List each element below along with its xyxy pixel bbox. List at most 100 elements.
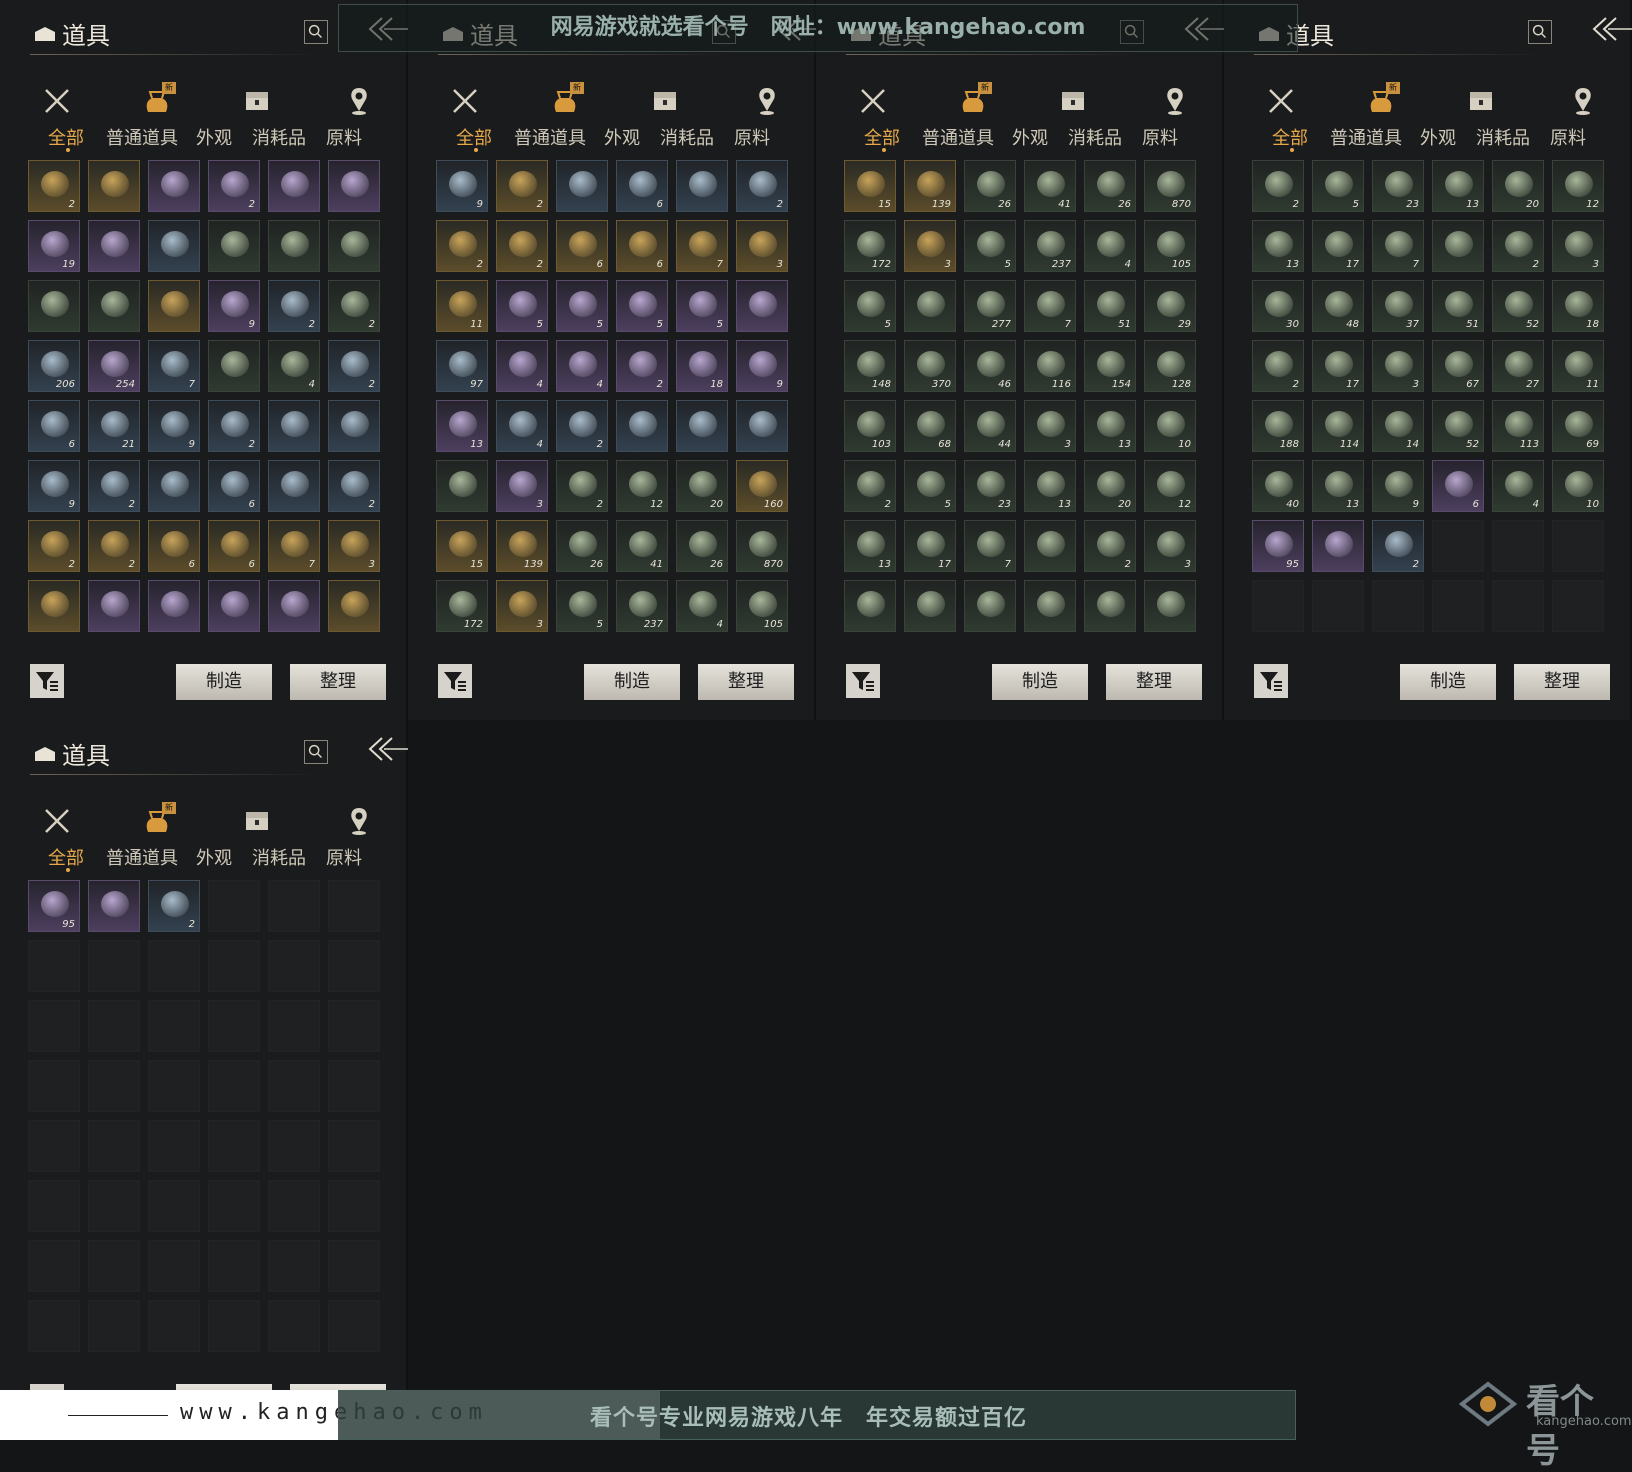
item-slot[interactable]: 4 [496,400,548,452]
item-slot[interactable]: 870 [1144,160,1196,212]
item-slot[interactable]: 17 [1312,340,1364,392]
item-slot[interactable] [676,400,728,452]
item-slot[interactable]: 26 [1084,160,1136,212]
item-slot[interactable] [208,340,260,392]
item-slot[interactable]: 13 [844,520,896,572]
item-slot[interactable] [1312,520,1364,572]
item-slot[interactable]: 23 [964,460,1016,512]
item-slot[interactable]: 2 [736,160,788,212]
item-slot[interactable] [268,400,320,452]
item-slot[interactable]: 21 [88,400,140,452]
tab-appearance[interactable]: 外观 [196,844,232,870]
item-slot[interactable]: 3 [736,220,788,272]
item-slot[interactable]: 10 [1144,400,1196,452]
location-pin-icon[interactable] [750,84,784,118]
item-slot[interactable]: 5 [556,580,608,632]
item-slot[interactable] [208,580,260,632]
item-slot[interactable]: 68 [904,400,956,452]
item-slot[interactable]: 13 [1312,460,1364,512]
item-slot[interactable]: 105 [1144,220,1196,272]
item-slot[interactable] [148,220,200,272]
item-slot[interactable]: 3 [1372,340,1424,392]
item-slot[interactable]: 237 [616,580,668,632]
chest-icon[interactable] [1056,84,1090,118]
item-slot[interactable]: 2 [556,460,608,512]
item-slot[interactable]: 105 [736,580,788,632]
item-slot[interactable] [736,280,788,332]
item-slot[interactable]: 13 [1084,400,1136,452]
tab-all[interactable]: 全部 [1272,124,1308,150]
chest-icon[interactable] [648,84,682,118]
item-slot[interactable]: 139 [496,520,548,572]
item-slot[interactable] [328,400,380,452]
item-slot[interactable] [28,580,80,632]
item-slot[interactable]: 97 [436,340,488,392]
tab-normal-items[interactable]: 普通道具 [106,844,178,870]
weapon-icon[interactable] [448,84,482,118]
item-slot[interactable] [328,160,380,212]
item-slot[interactable]: 52 [1432,400,1484,452]
item-slot[interactable] [1144,580,1196,632]
item-slot[interactable] [328,220,380,272]
item-slot[interactable]: 2 [28,160,80,212]
item-slot[interactable]: 2 [208,160,260,212]
item-slot[interactable]: 44 [964,400,1016,452]
item-slot[interactable]: 9 [28,460,80,512]
tab-appearance[interactable]: 外观 [1012,124,1048,150]
search-button[interactable] [1528,20,1552,44]
item-slot[interactable]: 23 [1372,160,1424,212]
item-slot[interactable] [616,400,668,452]
sort-button[interactable]: 整理 [290,664,386,700]
item-slot[interactable]: 26 [676,520,728,572]
item-slot[interactable]: 7 [676,220,728,272]
tab-consumables[interactable]: 消耗品 [660,124,714,150]
item-slot[interactable]: 15 [844,160,896,212]
item-slot[interactable]: 95 [1252,520,1304,572]
item-slot[interactable] [268,220,320,272]
item-slot[interactable]: 3 [496,460,548,512]
item-slot[interactable]: 14 [1372,400,1424,452]
item-slot[interactable]: 103 [844,400,896,452]
item-slot[interactable]: 2 [88,460,140,512]
item-slot[interactable]: 46 [964,340,1016,392]
item-slot[interactable]: 2 [328,280,380,332]
item-slot[interactable]: 6 [1432,460,1484,512]
item-slot[interactable]: 4 [556,340,608,392]
item-slot[interactable]: 20 [676,460,728,512]
item-slot[interactable] [88,880,140,932]
item-slot[interactable]: 6 [148,520,200,572]
item-slot[interactable]: 7 [1372,220,1424,272]
item-slot[interactable]: 41 [616,520,668,572]
tab-normal-items[interactable]: 普通道具 [922,124,994,150]
weapon-icon[interactable] [40,84,74,118]
item-slot[interactable]: 4 [268,340,320,392]
filter-button[interactable] [846,664,880,698]
item-slot[interactable]: 3 [1024,400,1076,452]
tab-materials[interactable]: 原料 [326,124,362,150]
item-slot[interactable] [1024,580,1076,632]
item-slot[interactable]: 113 [1492,400,1544,452]
item-slot[interactable] [736,400,788,452]
item-slot[interactable] [88,580,140,632]
item-slot[interactable]: 3 [904,220,956,272]
item-slot[interactable]: 10 [1552,460,1604,512]
item-slot[interactable]: 2 [436,220,488,272]
filter-button[interactable] [1254,664,1288,698]
item-slot[interactable]: 12 [1552,160,1604,212]
item-slot[interactable]: 2 [208,400,260,452]
item-slot[interactable]: 2 [88,520,140,572]
item-slot[interactable]: 69 [1552,400,1604,452]
item-slot[interactable]: 6 [556,220,608,272]
item-slot[interactable]: 51 [1084,280,1136,332]
item-slot[interactable] [436,460,488,512]
item-slot[interactable]: 3 [1144,520,1196,572]
tab-appearance[interactable]: 外观 [196,124,232,150]
tab-normal-items[interactable]: 普通道具 [1330,124,1402,150]
tab-materials[interactable]: 原料 [1550,124,1586,150]
item-slot[interactable]: 30 [1252,280,1304,332]
item-slot[interactable]: 2 [28,520,80,572]
item-slot[interactable] [88,280,140,332]
item-slot[interactable]: 7 [1024,280,1076,332]
item-slot[interactable]: 2 [1084,520,1136,572]
item-slot[interactable]: 20 [1084,460,1136,512]
